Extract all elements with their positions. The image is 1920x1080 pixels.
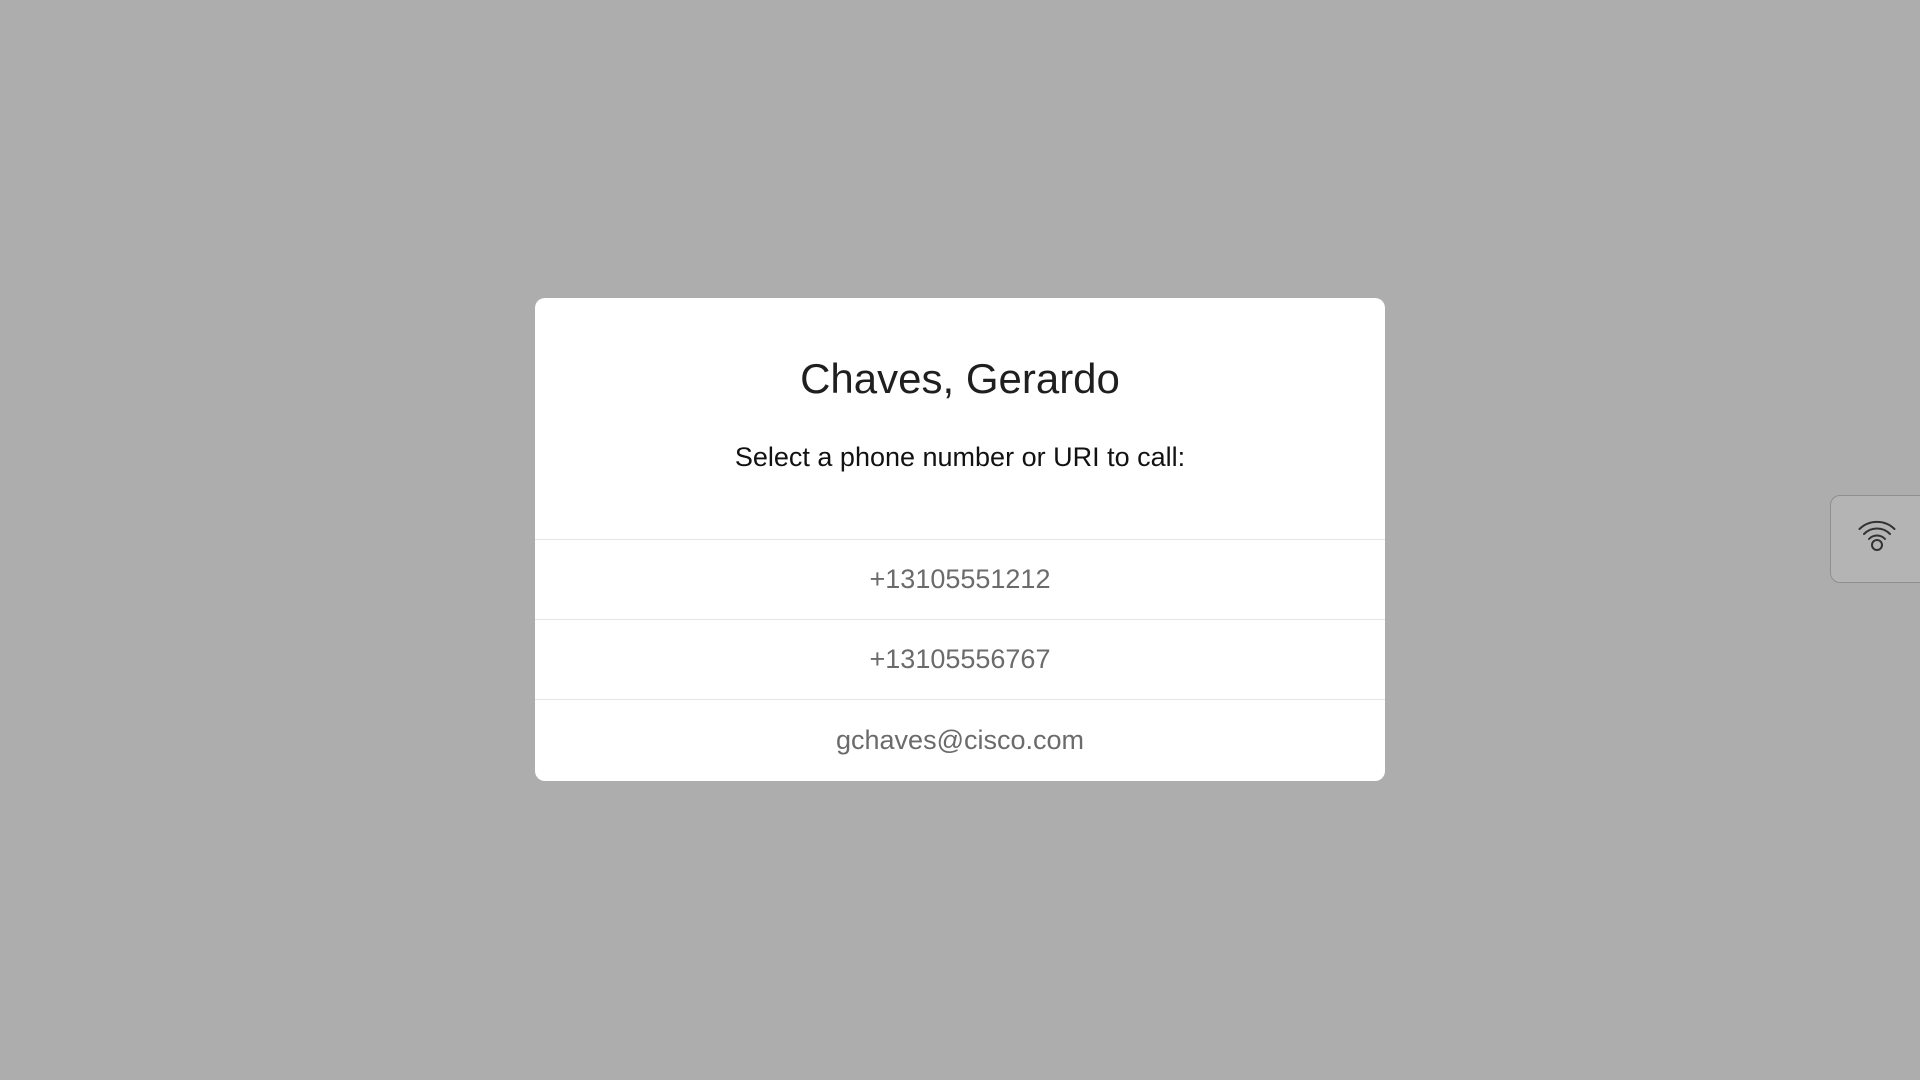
uri-option[interactable]: gchaves@cisco.com: [535, 700, 1385, 780]
contact-name: Chaves, Gerardo: [800, 355, 1120, 402]
screen: Chaves, Gerardo Select a phone number or…: [0, 0, 1920, 1080]
phone-option[interactable]: +13105556767: [535, 620, 1385, 700]
proximity-tab[interactable]: [1830, 495, 1920, 583]
call-select-dialog: Chaves, Gerardo Select a phone number or…: [535, 298, 1385, 781]
dialog-header: Chaves, Gerardo Select a phone number or…: [535, 298, 1385, 540]
phone-option[interactable]: +13105551212: [535, 540, 1385, 620]
dialog-instruction: Select a phone number or URI to call:: [734, 442, 1186, 472]
proximity-icon: [1858, 520, 1896, 551]
